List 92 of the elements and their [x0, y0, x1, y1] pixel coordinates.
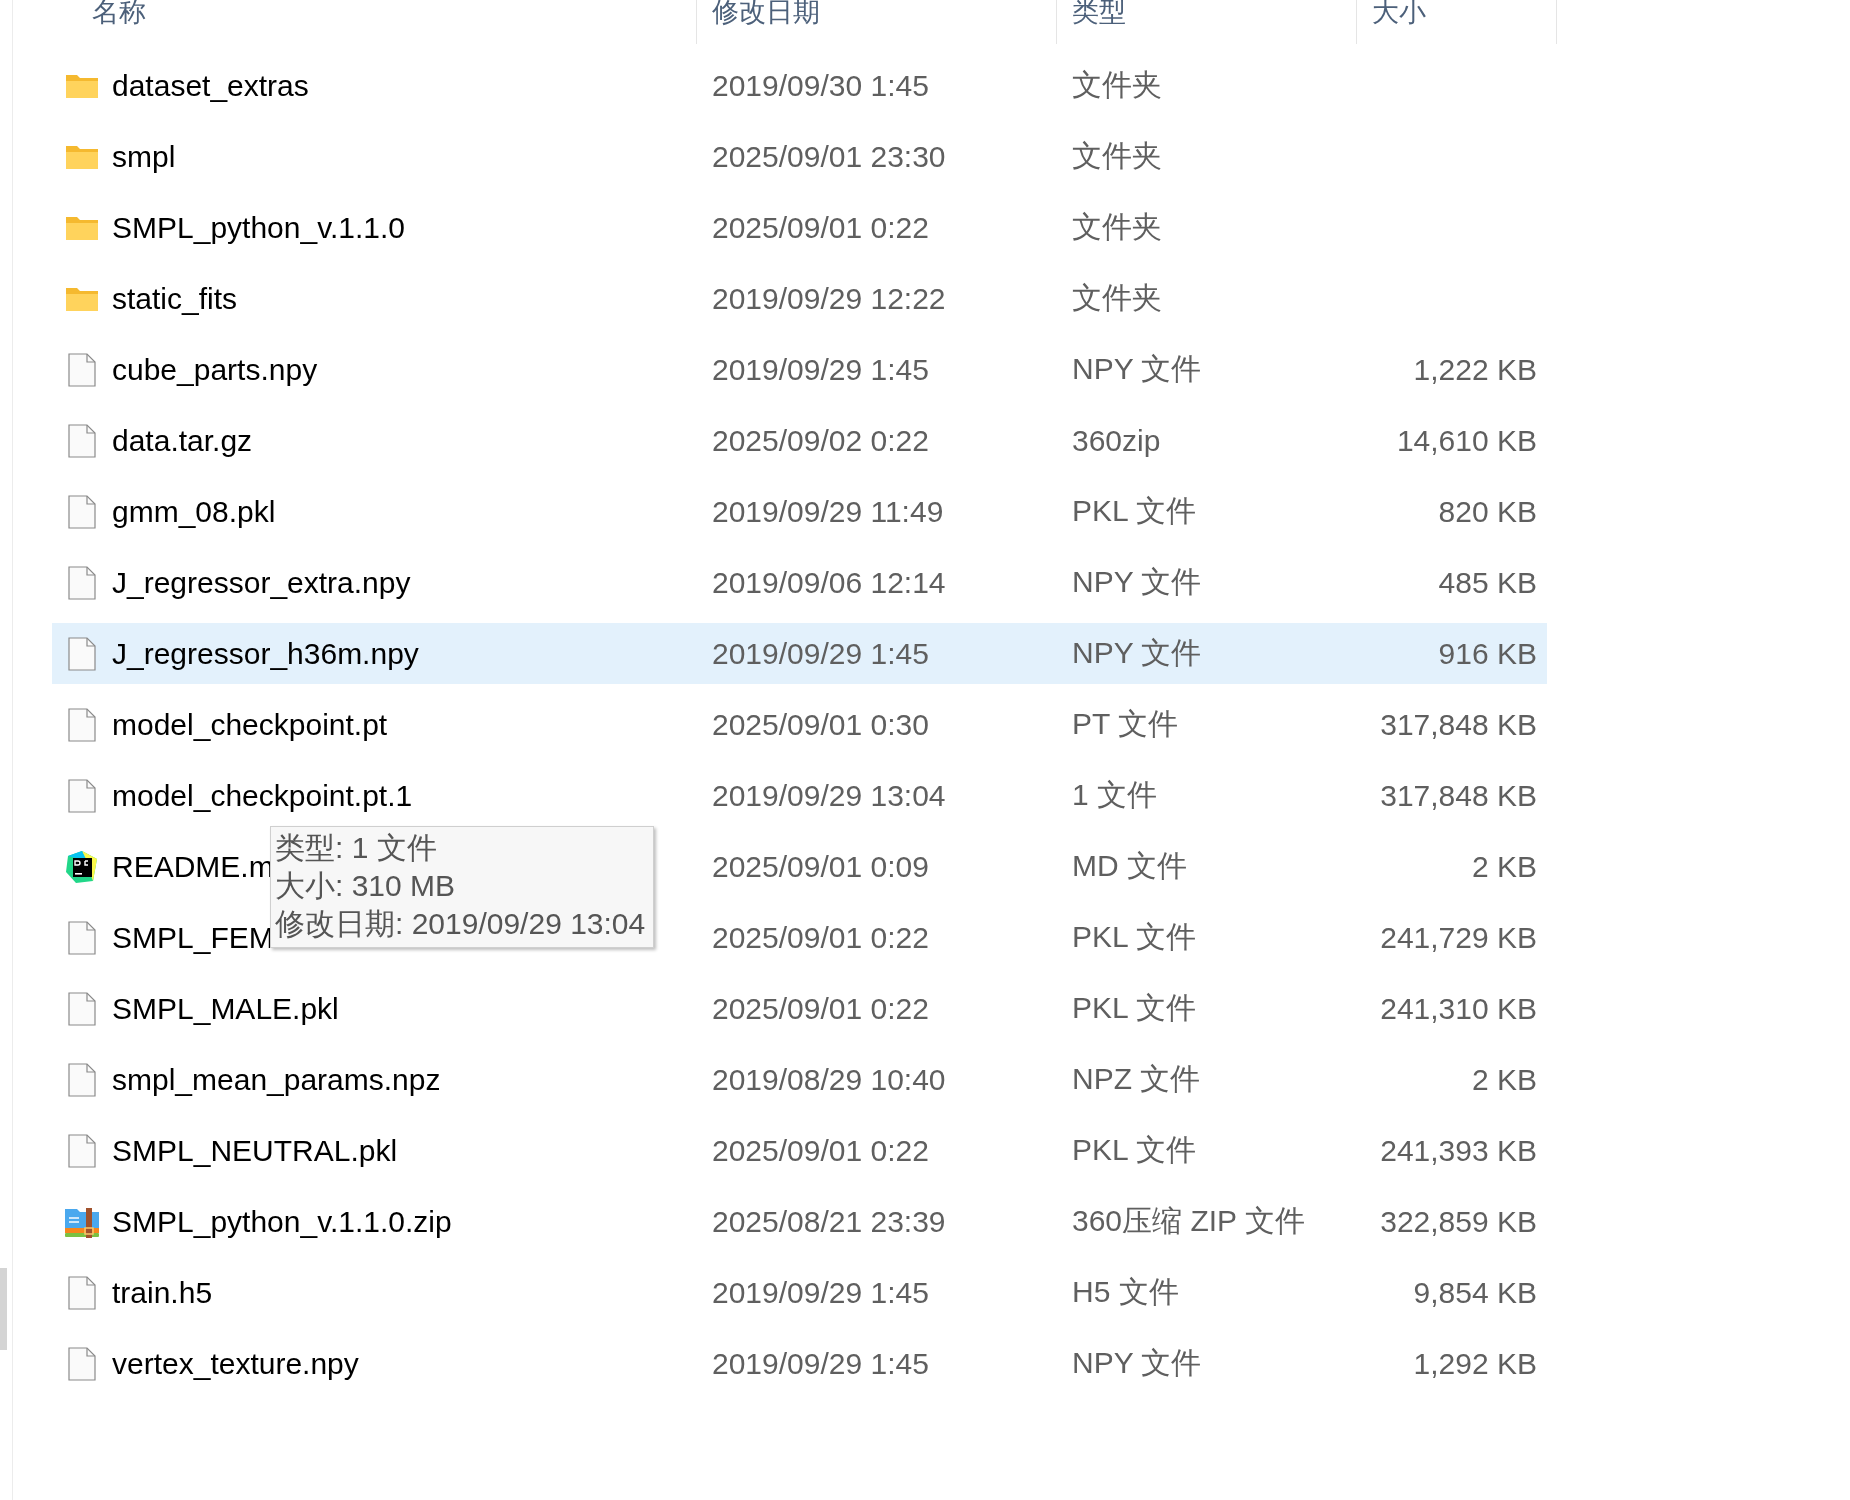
file-icon — [68, 991, 96, 1026]
modified-date: 2019/09/29 11:49 — [711, 494, 945, 529]
file-size: 485 KB — [1437, 565, 1538, 600]
modified-date: 2019/09/29 1:45 — [711, 352, 930, 387]
file-icon — [68, 920, 96, 955]
file-size: 820 KB — [1437, 494, 1538, 529]
file-type: PKL 文件 — [1071, 919, 1197, 955]
file-name: model_checkpoint.pt — [112, 707, 388, 742]
file-name: gmm_08.pkl — [112, 494, 276, 529]
file-icon — [68, 494, 96, 529]
file-icon — [68, 565, 96, 600]
file-type: 1 文件 — [1071, 777, 1159, 813]
file-type: 文件夹 — [1071, 67, 1163, 103]
file-name: vertex_texture.npy — [112, 1346, 359, 1381]
file-icon — [68, 1062, 96, 1097]
modified-date: 2019/09/29 1:45 — [711, 1346, 930, 1381]
modified-date: 2025/09/01 0:22 — [711, 1133, 930, 1168]
file-size: 322,859 KB — [1379, 1204, 1538, 1239]
file-size: 241,310 KB — [1379, 991, 1538, 1026]
file-size: 2 KB — [1470, 849, 1538, 884]
modified-date: 2025/08/21 23:39 — [711, 1204, 947, 1239]
file-icon — [68, 707, 96, 742]
file-type: PT 文件 — [1071, 706, 1180, 742]
modified-date: 2019/09/29 13:04 — [711, 778, 947, 813]
file-name: data.tar.gz — [112, 423, 253, 458]
tooltip-line: 修改日期: 2019/09/29 13:04 — [275, 906, 646, 942]
file-size: 1,292 KB — [1412, 1346, 1538, 1381]
file-size: 916 KB — [1437, 636, 1538, 671]
file-type: 文件夹 — [1071, 280, 1163, 316]
modified-date: 2019/08/29 10:40 — [711, 1062, 947, 1097]
file-name: README.m — [112, 849, 274, 884]
file-size: 9,854 KB — [1412, 1275, 1538, 1310]
file-name: SMPL_NEUTRAL.pkl — [112, 1133, 398, 1168]
file-name: SMPL_python_v.1.1.0 — [112, 210, 405, 245]
modified-date: 2025/09/01 0:09 — [711, 849, 930, 884]
file-name: SMPL_MALE.pkl — [112, 991, 339, 1026]
scrollbar[interactable] — [0, 1268, 7, 1350]
modified-date: 2025/09/01 23:30 — [711, 139, 947, 174]
file-type: 360zip — [1071, 423, 1162, 458]
file-icon — [68, 423, 96, 458]
modified-date: 2025/09/02 0:22 — [711, 423, 930, 458]
file-type: PKL 文件 — [1071, 990, 1197, 1026]
file-type: 文件夹 — [1071, 138, 1163, 174]
file-name: dataset_extras — [112, 68, 309, 103]
file-name: static_fits — [112, 281, 238, 316]
file-icon — [68, 1133, 96, 1168]
file-type: MD 文件 — [1071, 848, 1188, 884]
file-type: NPY 文件 — [1071, 351, 1203, 387]
modified-date: 2019/09/29 1:45 — [711, 1275, 930, 1310]
app-icon — [65, 849, 99, 884]
file-name: train.h5 — [112, 1275, 213, 1310]
file-name: SMPL_FEM — [112, 920, 274, 955]
file-icon — [68, 778, 96, 813]
file-type: NPZ 文件 — [1071, 1061, 1202, 1097]
file-name: cube_parts.npy — [112, 352, 318, 387]
file-type: 360压缩 ZIP 文件 — [1071, 1203, 1306, 1239]
file-type: NPY 文件 — [1071, 564, 1203, 600]
file-icon — [68, 1275, 96, 1310]
file-type: PKL 文件 — [1071, 493, 1197, 529]
selected-row[interactable]: J_regressor_h36m.npy 2019/09/29 1:45 NPY 文件 916 KB — [52, 623, 1547, 684]
file-size: 317,848 KB — [1379, 778, 1538, 813]
file-type: NPY 文件 — [1071, 635, 1203, 671]
tooltip-line: 大小: 310 MB — [275, 868, 457, 904]
archive-icon — [64, 1205, 100, 1238]
file-size: 14,610 KB — [1395, 423, 1538, 458]
file-name: smpl — [112, 139, 176, 174]
modified-date: 2025/09/01 0:22 — [711, 920, 930, 955]
file-type: PKL 文件 — [1071, 1132, 1197, 1168]
file-type: H5 文件 — [1071, 1274, 1180, 1310]
file-icon — [68, 1346, 96, 1381]
modified-date: 2019/09/30 1:45 — [711, 68, 930, 103]
modified-date: 2025/09/01 0:30 — [711, 707, 930, 742]
file-size: 317,848 KB — [1379, 707, 1538, 742]
file-size: 241,393 KB — [1379, 1133, 1538, 1168]
file-name: J_regressor_h36m.npy — [112, 636, 419, 671]
file-icon — [68, 352, 96, 387]
file-name: model_checkpoint.pt.1 — [112, 778, 413, 813]
file-name: J_regressor_extra.npy — [112, 565, 411, 600]
tooltip-line: 类型: 1 文件 — [275, 830, 438, 866]
modified-date: 2019/09/06 12:14 — [711, 565, 947, 600]
file-size: 2 KB — [1470, 1062, 1538, 1097]
modified-date: 2025/09/01 0:22 — [711, 991, 930, 1026]
file-size: 1,222 KB — [1412, 352, 1538, 387]
modified-date: 2019/09/29 1:45 — [711, 636, 930, 671]
file-name: SMPL_python_v.1.1.0.zip — [112, 1204, 452, 1239]
modified-date: 2025/09/01 0:22 — [711, 210, 930, 245]
file-size: 241,729 KB — [1379, 920, 1538, 955]
file-name: smpl_mean_params.npz — [112, 1062, 441, 1097]
file-type: NPY 文件 — [1071, 1345, 1203, 1381]
file-type: 文件夹 — [1071, 209, 1163, 245]
modified-date: 2019/09/29 12:22 — [711, 281, 947, 316]
file-icon — [68, 636, 96, 671]
